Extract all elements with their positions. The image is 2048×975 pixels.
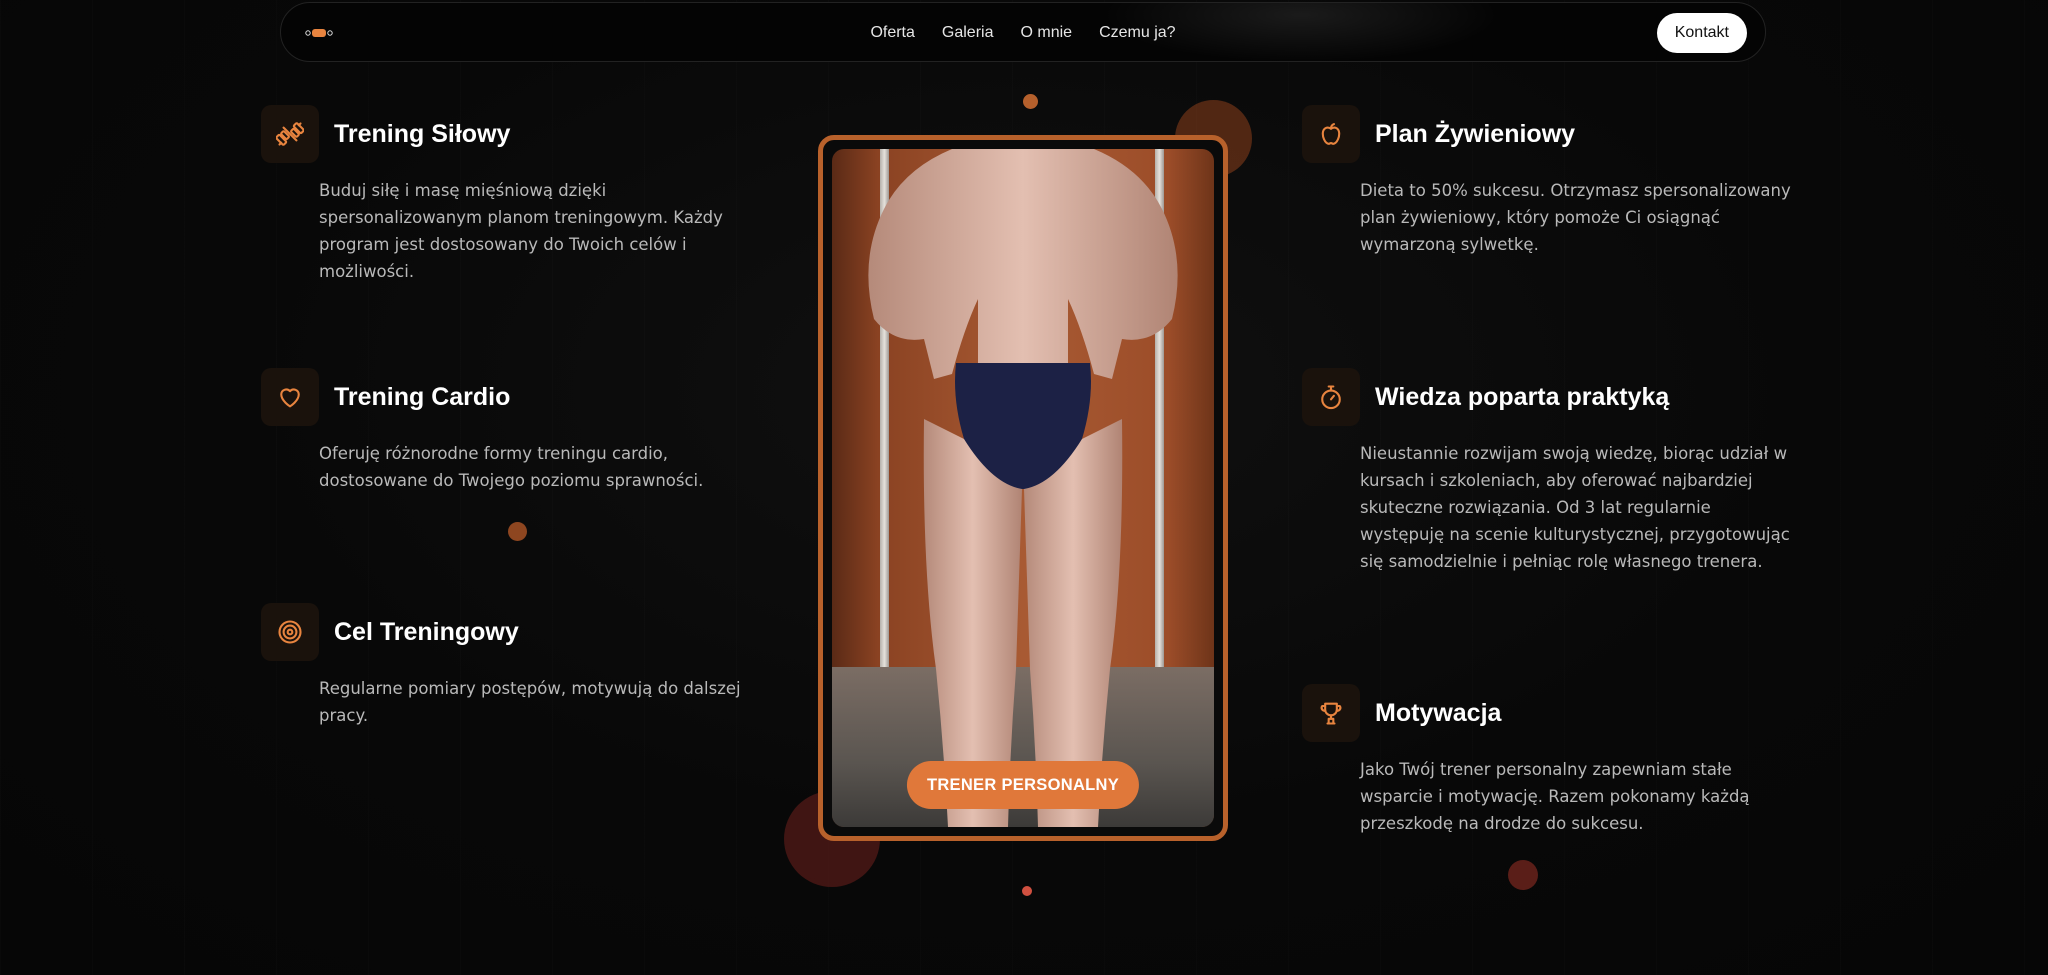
feature-title: Cel Treningowy [334, 617, 519, 646]
nav-link-o-mnie[interactable]: O mnie [1020, 24, 1072, 42]
target-icon [261, 603, 319, 661]
trainer-figure [868, 149, 1178, 827]
trainer-photo: TRENER PERSONALNY [832, 149, 1214, 827]
nav-link-czemu-ja[interactable]: Czemu ja? [1099, 24, 1175, 42]
dumbbell-icon [261, 105, 319, 163]
decorative-dot [1508, 860, 1538, 890]
feature-title: Motywacja [1375, 698, 1502, 727]
heart-icon [261, 368, 319, 426]
trophy-icon [1302, 684, 1360, 742]
feature-cel-treningowy: Cel Treningowy Regularne pomiary postępó… [261, 603, 741, 729]
top-navbar: Oferta Galeria O mnie Czemu ja? Kontakt [280, 2, 1766, 63]
feature-description: Nieustannie rozwijam swoją wiedzę, biorą… [1360, 444, 1790, 571]
feature-title: Plan Żywieniowy [1375, 119, 1576, 148]
contact-button[interactable]: Kontakt [1656, 13, 1747, 53]
feature-title: Wiedza poparta praktyką [1375, 382, 1670, 411]
feature-title: Trening Siłowy [334, 119, 511, 148]
nav-link-galeria[interactable]: Galeria [942, 24, 994, 42]
apple-icon [1302, 105, 1360, 163]
nav-link-oferta[interactable]: Oferta [870, 24, 914, 42]
feature-description: Dieta to 50% sukcesu. Otrzymasz spersona… [1360, 181, 1791, 254]
decorative-dot [1023, 94, 1038, 109]
feature-trening-cardio: Trening Cardio Oferuję różnorodne formy … [261, 368, 731, 494]
feature-trening-silowy: Trening Siłowy Buduj siłę i masę mięśnio… [261, 105, 731, 285]
feature-motywacja: Motywacja Jako Twój trener personalny za… [1302, 684, 1772, 837]
feature-description: Oferuję różnorodne formy treningu cardio… [319, 444, 704, 490]
trainer-cta-button[interactable]: TRENER PERSONALNY [906, 761, 1140, 809]
feature-title: Trening Cardio [334, 382, 511, 411]
decorative-dot [508, 522, 527, 541]
feature-description: Buduj siłę i masę mięśniową dzięki spers… [319, 181, 723, 281]
feature-plan-zywieniowy: Plan Żywieniowy Dieta to 50% sukcesu. Ot… [1302, 105, 1791, 258]
decorative-dot [1022, 886, 1032, 896]
nav-links: Oferta Galeria O mnie Czemu ja? [281, 3, 1765, 63]
feature-description: Regularne pomiary postępów, motywują do … [319, 679, 741, 725]
stopwatch-icon [1302, 368, 1360, 426]
hero-image-card: TRENER PERSONALNY [818, 135, 1228, 841]
feature-description: Jako Twój trener personalny zapewniam st… [1360, 760, 1750, 833]
feature-wiedza: Wiedza poparta praktyką Nieustannie rozw… [1302, 368, 1790, 575]
